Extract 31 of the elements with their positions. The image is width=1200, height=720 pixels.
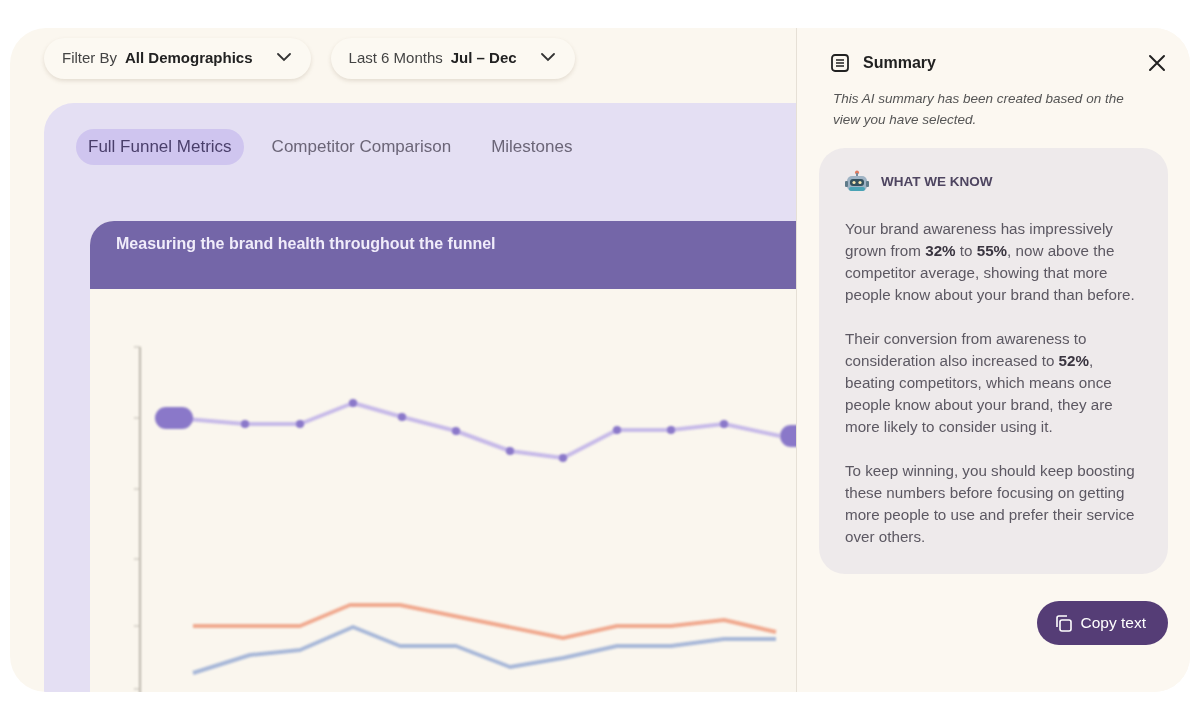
summary-paragraph: Their conversion from awareness to consideration also increased to 52%, beating competitors, which means once people know about your brand, they are more likely to consider using it. [845, 329, 1114, 437]
data-point [559, 454, 567, 462]
section-heading: WHAT WE KNOW [881, 173, 993, 189]
data-point [506, 447, 514, 455]
data-point [241, 420, 249, 428]
tab[interactable]: Milestones [479, 129, 585, 165]
data-point [296, 420, 304, 428]
summary-note: This AI summary has been created based on the view you have selected. [833, 90, 1125, 129]
panel-title: Summary [863, 54, 936, 72]
filter-dropdown[interactable]: Last 6 Months Jul – Dec [330, 38, 575, 79]
document-icon [831, 54, 849, 72]
tab[interactable]: Competitor Comparison [259, 129, 464, 165]
data-point [349, 399, 357, 407]
tab[interactable]: Full Funnel Metrics [76, 129, 244, 165]
summary-paragraph: Your brand awareness has impressively grown from 32% to 55%, now above the competitor average, showing that more people know about your brand than before. [845, 219, 1136, 305]
summary-paragraph: To keep winning, you should keep boosting these numbers before focusing on getting more people to use and prefer their service over others. [845, 461, 1136, 547]
copy-icon [1054, 614, 1072, 632]
chevron-down-icon [276, 53, 291, 62]
chart-title: Measuring the brand health throughout the funnel [116, 235, 496, 253]
data-point [720, 420, 728, 428]
data-point [398, 413, 406, 421]
data-point [667, 426, 675, 434]
data-point [613, 426, 621, 434]
filter-dropdown[interactable]: Filter By All Demographics [44, 38, 311, 79]
value-pill [780, 425, 796, 447]
close-button[interactable] [1146, 52, 1168, 74]
chevron-down-icon [540, 53, 555, 62]
robot-icon [845, 170, 869, 192]
value-pill [155, 407, 193, 429]
copy-text-button[interactable]: Copy text [1036, 601, 1168, 645]
data-point [452, 427, 460, 435]
